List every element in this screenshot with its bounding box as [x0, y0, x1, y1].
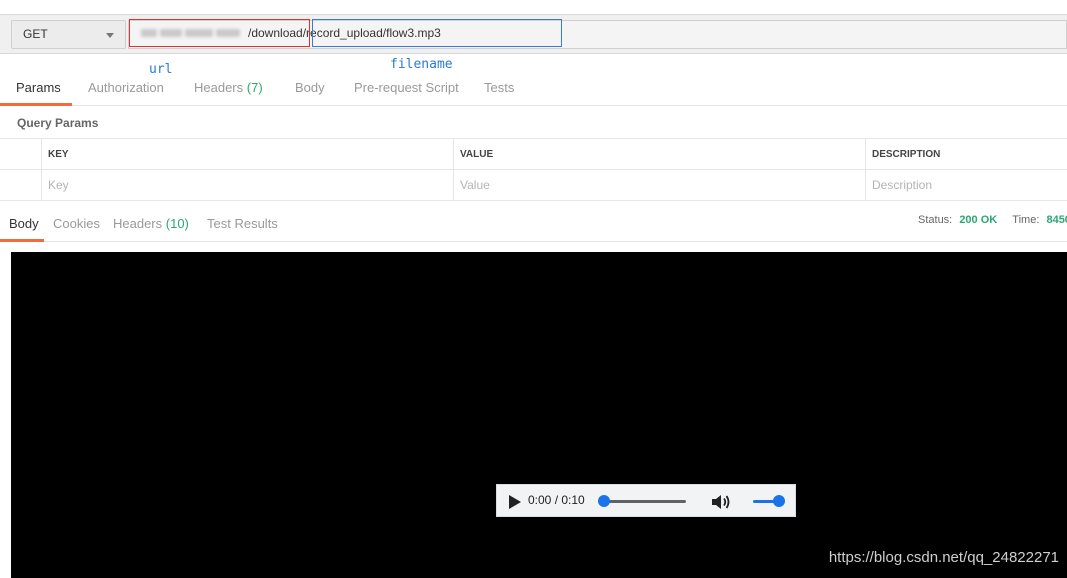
row-handle-cell	[0, 139, 41, 170]
active-tab-indicator	[0, 103, 72, 106]
top-strip	[0, 0, 1067, 8]
audio-player: 0:00 / 0:10	[496, 484, 796, 517]
progress-thumb[interactable]	[598, 495, 610, 507]
method-select[interactable]: GET	[11, 20, 126, 49]
tab-authorization[interactable]: Authorization	[88, 80, 164, 95]
response-media-viewer	[11, 252, 1067, 578]
active-tab-indicator	[0, 239, 44, 242]
description-input[interactable]: Description	[865, 170, 1067, 201]
tab-response-headers-label: Headers	[113, 216, 163, 231]
volume-thumb[interactable]	[773, 495, 785, 507]
tab-headers[interactable]: Headers (7)	[194, 80, 263, 95]
play-icon[interactable]	[509, 495, 521, 509]
column-header-key: KEY	[41, 139, 454, 170]
volume-icon[interactable]	[710, 492, 732, 512]
method-label: GET	[23, 27, 48, 41]
progress-slider[interactable]	[603, 500, 686, 503]
table-header-row: KEY VALUE DESCRIPTION	[0, 139, 1067, 170]
time-label: Time:	[1012, 214, 1040, 226]
table-row: Key Value Description	[0, 170, 1067, 201]
tab-body[interactable]: Body	[295, 80, 325, 95]
tab-headers-count: (7)	[246, 80, 263, 95]
tab-tests[interactable]: Tests	[484, 80, 514, 95]
tab-prerequest-script[interactable]: Pre-request Script	[354, 80, 459, 95]
response-status: Status: 200 OK Time: 8450	[918, 214, 1067, 226]
tab-response-headers-count: (10)	[165, 216, 189, 231]
tab-response-headers[interactable]: Headers (10)	[113, 216, 189, 231]
row-handle-cell	[0, 170, 41, 201]
tab-headers-label: Headers	[194, 80, 244, 95]
column-header-value: VALUE	[453, 139, 866, 170]
status-label: Status:	[918, 214, 953, 226]
tab-params[interactable]: Params	[16, 80, 61, 95]
url-annotation-box	[129, 19, 310, 47]
params-table: KEY VALUE DESCRIPTION Key Value Descript…	[0, 138, 1067, 201]
key-input[interactable]: Key	[41, 170, 454, 201]
column-header-description: DESCRIPTION	[865, 139, 1067, 170]
tab-response-body[interactable]: Body	[9, 216, 39, 231]
watermark: https://blog.csdn.net/qq_24822271	[828, 549, 1059, 566]
time-value: 8450	[1046, 214, 1067, 226]
tab-test-results[interactable]: Test Results	[207, 216, 278, 231]
status-value: 200 OK	[959, 214, 998, 226]
audio-time: 0:00 / 0:10	[528, 493, 585, 507]
tab-cookies[interactable]: Cookies	[53, 216, 100, 231]
chevron-down-icon	[106, 33, 114, 38]
filename-annotation-box	[312, 19, 562, 47]
value-input[interactable]: Value	[453, 170, 866, 201]
response-tabs: Body Cookies Headers (10) Test Results	[0, 206, 1067, 242]
request-tabs: Params Authorization Headers (7) Body Pr…	[0, 70, 1067, 106]
query-params-title: Query Params	[17, 116, 99, 130]
